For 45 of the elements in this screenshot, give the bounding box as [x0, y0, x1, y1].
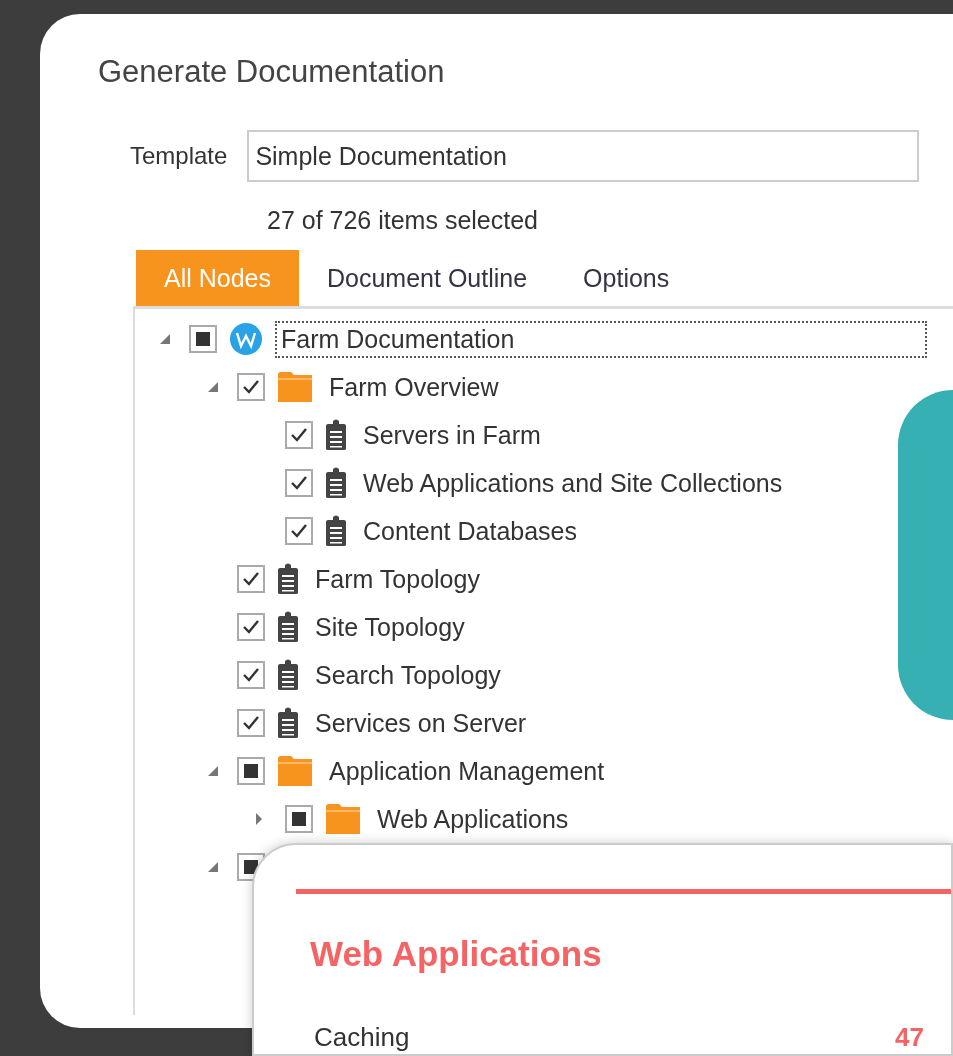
indeterminate-mark	[196, 332, 210, 346]
folder-icon	[277, 371, 313, 403]
tree-item[interactable]: Content Databases	[359, 514, 582, 548]
clipboard-icon	[277, 707, 299, 739]
clipboard-icon	[325, 467, 347, 499]
clipboard-icon	[277, 611, 299, 643]
checkbox[interactable]	[237, 757, 265, 785]
clipboard-icon	[277, 659, 299, 691]
clipboard-icon	[325, 419, 347, 451]
dialog-title: Generate Documentation	[98, 54, 446, 91]
checkbox[interactable]	[285, 805, 313, 833]
tree-item[interactable]: Farm Topology	[311, 562, 484, 596]
tree-item[interactable]: Web Applications and Site Collections	[359, 466, 787, 500]
tab[interactable]: Document Outline	[299, 250, 556, 306]
indeterminate-mark	[244, 764, 258, 778]
checkbox[interactable]	[237, 613, 265, 641]
tree-item[interactable]: Site Topology	[311, 610, 469, 644]
template-field[interactable]: Simple Documentation	[247, 130, 920, 182]
stat-label: Caching	[314, 1022, 410, 1053]
indeterminate-mark	[244, 860, 258, 874]
folder-icon	[277, 755, 313, 787]
checkbox[interactable]	[285, 517, 313, 545]
clipboard-icon	[277, 563, 299, 595]
stat-value: 47	[895, 1022, 924, 1053]
template-label: Template	[130, 142, 228, 170]
checkbox[interactable]	[285, 469, 313, 497]
tree-item[interactable]: Services on Server	[311, 706, 531, 740]
tree-item[interactable]: Farm Overview	[325, 370, 503, 404]
clipboard-icon	[325, 515, 347, 547]
checkbox[interactable]	[285, 421, 313, 449]
folder-icon	[325, 803, 361, 835]
checkbox[interactable]	[237, 709, 265, 737]
tab[interactable]: Options	[555, 250, 698, 306]
selection-summary: 27 of 726 items selected	[267, 206, 539, 236]
card-title: Web Applications	[310, 934, 603, 974]
tree-item[interactable]: Web Applications	[373, 802, 573, 836]
checkbox[interactable]	[237, 565, 265, 593]
indeterminate-mark	[292, 812, 306, 826]
checkbox[interactable]	[237, 661, 265, 689]
tree-item[interactable]: Application Management	[325, 754, 609, 788]
checkbox[interactable]	[189, 325, 217, 353]
checkbox[interactable]	[237, 373, 265, 401]
tree-item[interactable]: Servers in Farm	[359, 418, 545, 452]
tree-item[interactable]: Search Topology	[311, 658, 505, 692]
tree-item[interactable]: Farm Documentation	[275, 320, 927, 358]
